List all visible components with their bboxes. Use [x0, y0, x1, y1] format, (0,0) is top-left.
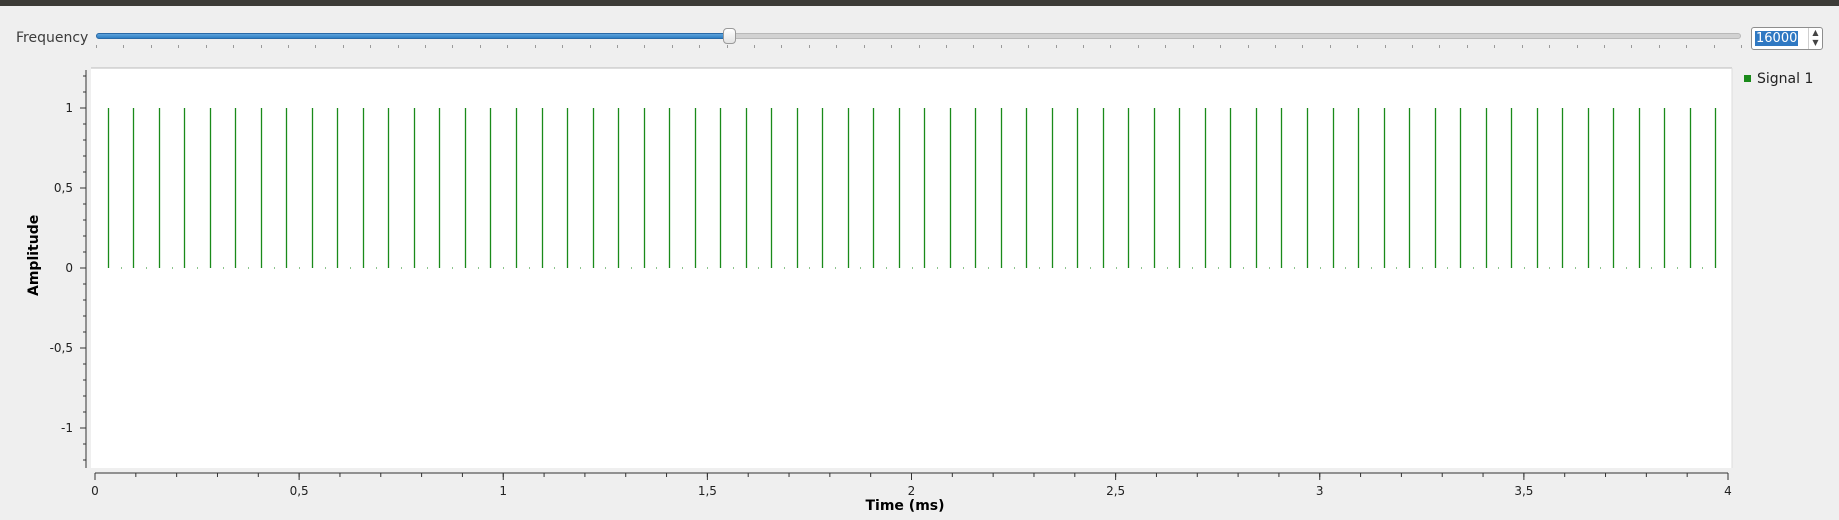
- slider-tick: [973, 45, 975, 48]
- x-tick-label: 1: [499, 484, 507, 498]
- slider-tick: [1603, 45, 1605, 48]
- slider-tick: [1357, 45, 1359, 48]
- slider-tick: [1137, 45, 1139, 48]
- slider-tick: [1247, 45, 1249, 48]
- slider-tick: [1576, 45, 1578, 48]
- slider-tick: [1055, 45, 1057, 48]
- slider-tick: [616, 45, 618, 48]
- frequency-slider[interactable]: [96, 25, 1742, 49]
- legend-label: Signal 1: [1757, 71, 1814, 87]
- slider-handle[interactable]: [723, 28, 737, 44]
- y-tick-label: 1: [65, 101, 73, 115]
- frequency-label: Frequency: [16, 30, 89, 46]
- slider-tick: [1494, 45, 1496, 48]
- slider-tick: [1384, 45, 1386, 48]
- slider-tick: [1220, 45, 1222, 48]
- slider-tick: [1466, 45, 1468, 48]
- slider-tick: [644, 45, 646, 48]
- slider-ticks: [96, 45, 1742, 49]
- slider-tick: [562, 45, 564, 48]
- y-tick-label: -1: [61, 421, 73, 435]
- slider-tick: [726, 45, 728, 48]
- frequency-value[interactable]: 16000: [1755, 31, 1799, 46]
- x-tick-label: 3,5: [1514, 484, 1533, 498]
- slider-tick: [1439, 45, 1441, 48]
- x-tick-label: 2,5: [1106, 484, 1125, 498]
- legend-swatch: [1744, 75, 1751, 82]
- slider-tick: [1083, 45, 1084, 48]
- y-axis-title: Amplitude: [26, 214, 42, 296]
- slider-tick: [479, 45, 481, 48]
- slider-tick: [452, 45, 454, 48]
- slider-tick: [96, 45, 97, 48]
- slider-tick: [1165, 45, 1167, 48]
- y-tick-label: 0: [65, 261, 73, 275]
- x-axis-title: Time (ms): [865, 498, 945, 514]
- slider-tick: [1521, 45, 1523, 48]
- slider-tick: [425, 45, 426, 48]
- slider-tick: [1000, 45, 1002, 48]
- slider-tick: [781, 45, 783, 48]
- slider-fill: [96, 33, 730, 39]
- slider-tick: [671, 45, 673, 48]
- plot-canvas: [91, 68, 1732, 468]
- x-tick-label: 0,5: [290, 484, 309, 498]
- slider-tick: [1274, 45, 1276, 48]
- slider-tick: [699, 45, 701, 48]
- slider-tick: [178, 45, 180, 48]
- slider-tick: [1302, 45, 1304, 48]
- spinbox-arrows[interactable]: ▲ ▼: [1808, 28, 1822, 49]
- slider-tick: [1110, 45, 1112, 48]
- x-tick-label: 1,5: [698, 484, 717, 498]
- y-tick-label: -0,5: [50, 341, 73, 355]
- x-tick-label: 2: [908, 484, 916, 498]
- slider-tick: [863, 45, 865, 48]
- slider-tick: [534, 45, 536, 48]
- slider-tick: [205, 45, 207, 48]
- slider-tick: [1028, 45, 1030, 48]
- slider-tick: [1658, 45, 1660, 48]
- x-tick-label: 3: [1316, 484, 1324, 498]
- slider-tick: [1549, 45, 1551, 48]
- frequency-spinbox[interactable]: 16000 ▲ ▼: [1751, 27, 1823, 50]
- slider-tick: [754, 45, 755, 48]
- slider-tick: [1631, 45, 1633, 48]
- slider-tick: [260, 45, 262, 48]
- slider-tick: [1741, 45, 1742, 48]
- spin-up-icon[interactable]: ▲: [1809, 28, 1822, 38]
- legend: Signal 1: [1744, 71, 1813, 87]
- x-tick-label: 4: [1724, 484, 1732, 498]
- x-tick-label: 0: [91, 484, 99, 498]
- slider-tick: [945, 45, 947, 48]
- slider-tick: [507, 45, 509, 48]
- slider-tick: [836, 45, 838, 48]
- slider-tick: [233, 45, 235, 48]
- slider-tick: [1686, 45, 1688, 48]
- slider-tick: [370, 45, 372, 48]
- y-tick-label: 0,5: [54, 181, 73, 195]
- slider-tick: [918, 45, 920, 48]
- window-top-bar: [0, 0, 1839, 6]
- slider-tick: [1713, 45, 1715, 48]
- slider-tick: [123, 45, 125, 48]
- slider-tick: [1192, 45, 1194, 48]
- slider-tick: [891, 45, 893, 48]
- slider-tick: [397, 45, 399, 48]
- slider-tick: [1412, 45, 1413, 48]
- slider-tick: [150, 45, 152, 48]
- spin-down-icon[interactable]: ▼: [1809, 38, 1822, 48]
- slider-tick: [342, 45, 344, 48]
- slider-tick: [589, 45, 591, 48]
- slider-tick: [287, 45, 289, 48]
- slider-tick: [808, 45, 810, 48]
- slider-tick: [1329, 45, 1331, 48]
- slider-tick: [315, 45, 317, 48]
